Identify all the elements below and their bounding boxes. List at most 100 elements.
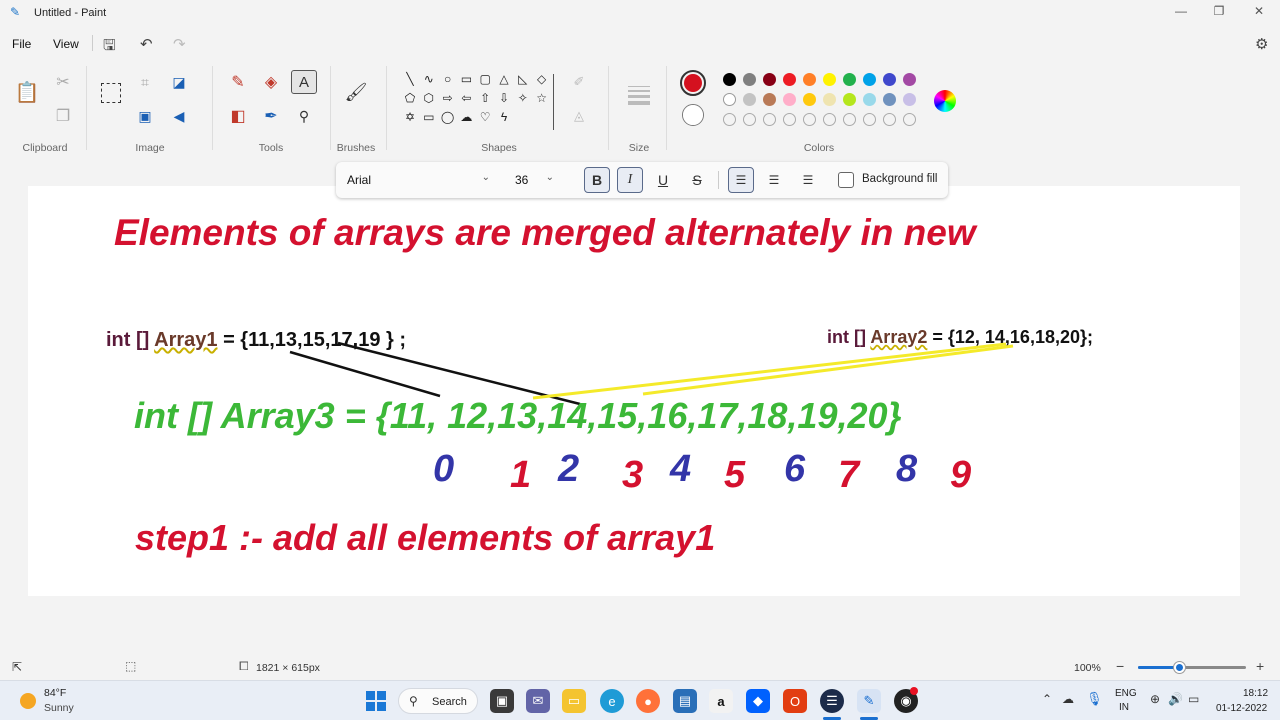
empty-color-slot[interactable] bbox=[723, 113, 736, 126]
font-family-select[interactable]: Arial ⌄ bbox=[340, 168, 498, 192]
shape-option[interactable]: ◇ bbox=[533, 72, 551, 86]
eraser-icon[interactable]: ◧ bbox=[225, 104, 251, 128]
shape-option[interactable]: ⬡ bbox=[420, 91, 438, 105]
shape-option[interactable]: ✧ bbox=[514, 91, 532, 105]
color-swatch[interactable] bbox=[783, 93, 796, 106]
color-swatch[interactable] bbox=[903, 73, 916, 86]
shape-option[interactable]: ╲ bbox=[401, 72, 419, 86]
empty-color-slot[interactable] bbox=[803, 113, 816, 126]
align-left-button[interactable]: ☰ bbox=[728, 167, 754, 193]
select-icon[interactable] bbox=[101, 83, 121, 103]
search-box[interactable]: ⚲ Search bbox=[398, 688, 478, 714]
language-primary[interactable]: ENG bbox=[1115, 688, 1137, 699]
maximize-button[interactable]: ❐ bbox=[1204, 4, 1234, 22]
copy-icon[interactable]: ❐ bbox=[50, 104, 76, 128]
undo-icon[interactable]: ↶ bbox=[140, 35, 153, 53]
menu-file[interactable]: File bbox=[12, 37, 31, 51]
color-swatch[interactable] bbox=[863, 73, 876, 86]
color-picker-icon[interactable]: ✒ bbox=[258, 104, 284, 128]
empty-color-slot[interactable] bbox=[763, 113, 776, 126]
weather-temp[interactable]: 84°F bbox=[44, 687, 66, 699]
color-swatch[interactable] bbox=[863, 93, 876, 106]
save-icon[interactable]: 🖫 bbox=[103, 35, 116, 60]
paste-icon[interactable]: 📋 bbox=[14, 80, 40, 104]
shape-option[interactable]: ▭ bbox=[457, 72, 475, 86]
edit-colors-icon[interactable] bbox=[934, 90, 956, 112]
office-icon[interactable]: O bbox=[783, 689, 807, 713]
zoom-slider[interactable] bbox=[1138, 662, 1246, 673]
crop-icon[interactable]: ⌗ bbox=[132, 70, 158, 94]
shape-option[interactable]: ♡ bbox=[476, 110, 494, 124]
shape-option[interactable]: ▢ bbox=[476, 72, 494, 86]
color-swatch[interactable] bbox=[883, 93, 896, 106]
redo-icon[interactable]: ↷ bbox=[173, 35, 186, 53]
clock-date[interactable]: 01-12-2022 bbox=[1216, 703, 1267, 714]
eclipse-icon[interactable]: ☰ bbox=[820, 689, 844, 713]
primary-color[interactable] bbox=[680, 70, 706, 96]
network-warning-icon[interactable]: ☁ bbox=[1062, 692, 1074, 706]
fill-icon[interactable]: ◈ bbox=[258, 70, 284, 94]
weather-desc[interactable]: Sunny bbox=[44, 702, 74, 714]
italic-button[interactable]: I bbox=[617, 167, 643, 193]
brush-icon[interactable]: 🖌 bbox=[343, 80, 369, 104]
settings-icon[interactable]: ⚙ bbox=[1255, 35, 1268, 53]
shape-option[interactable]: ϟ bbox=[495, 110, 513, 124]
color-swatch[interactable] bbox=[843, 93, 856, 106]
resize-icon[interactable]: ◪ bbox=[166, 70, 192, 94]
shape-option[interactable]: △ bbox=[495, 72, 513, 86]
align-center-button[interactable]: ☰ bbox=[761, 167, 787, 193]
size-icon[interactable] bbox=[628, 86, 650, 105]
shape-option[interactable]: ◯ bbox=[439, 110, 457, 124]
color-swatch[interactable] bbox=[763, 93, 776, 106]
start-windows-icon[interactable] bbox=[366, 691, 386, 711]
secondary-color[interactable] bbox=[682, 104, 704, 126]
pencil-icon[interactable]: ✎ bbox=[225, 70, 251, 94]
minimize-button[interactable]: — bbox=[1166, 4, 1196, 22]
close-button[interactable]: ✕ bbox=[1244, 4, 1274, 22]
shapes-scrollbar[interactable] bbox=[553, 74, 554, 130]
sun-icon[interactable] bbox=[20, 693, 36, 709]
file-explorer-icon[interactable]: ▭ bbox=[562, 689, 586, 713]
teams-chat-icon[interactable]: ✉ bbox=[526, 689, 550, 713]
shape-fill-icon[interactable]: ◬ bbox=[566, 104, 592, 128]
empty-color-slot[interactable] bbox=[863, 113, 876, 126]
color-swatch[interactable] bbox=[743, 93, 756, 106]
battery-icon[interactable]: ▭ bbox=[1188, 692, 1199, 706]
shape-option[interactable]: ∿ bbox=[420, 72, 438, 86]
empty-color-slot[interactable] bbox=[743, 113, 756, 126]
volume-icon[interactable]: 🔊 bbox=[1168, 692, 1183, 706]
store-icon[interactable]: ▤ bbox=[673, 689, 697, 713]
microphone-icon[interactable]: 🎙 bbox=[1086, 691, 1103, 707]
shape-option[interactable]: ☁ bbox=[457, 110, 475, 124]
color-swatch[interactable] bbox=[763, 73, 776, 86]
strikethrough-button[interactable]: S bbox=[684, 167, 710, 193]
color-swatch[interactable] bbox=[723, 73, 736, 86]
font-size-select[interactable]: 36 ⌄ bbox=[508, 168, 560, 192]
background-fill-checkbox[interactable] bbox=[838, 172, 854, 188]
chevron-up-icon[interactable]: ⌃ bbox=[1042, 692, 1052, 706]
shape-option[interactable]: ⇧ bbox=[476, 91, 494, 105]
color-swatch[interactable] bbox=[823, 93, 836, 106]
task-view-icon[interactable]: ▣ bbox=[490, 689, 514, 713]
color-swatch[interactable] bbox=[803, 93, 816, 106]
shape-option[interactable]: ○ bbox=[439, 72, 457, 86]
shape-option[interactable]: ⇦ bbox=[457, 91, 475, 105]
color-swatch[interactable] bbox=[803, 73, 816, 86]
zoom-level[interactable]: 100% bbox=[1074, 662, 1101, 674]
edge-icon[interactable]: e bbox=[600, 689, 624, 713]
align-right-button[interactable]: ☰ bbox=[795, 167, 821, 193]
firefox-icon[interactable]: ● bbox=[636, 689, 660, 713]
shape-option[interactable]: ⬠ bbox=[401, 91, 419, 105]
text-tool-icon[interactable]: A bbox=[291, 70, 317, 94]
shape-option[interactable]: ◺ bbox=[514, 72, 532, 86]
clock-time[interactable]: 18:12 bbox=[1243, 688, 1268, 699]
empty-color-slot[interactable] bbox=[843, 113, 856, 126]
shape-option[interactable]: ☆ bbox=[533, 91, 551, 105]
shape-option[interactable]: ⇩ bbox=[495, 91, 513, 105]
empty-color-slot[interactable] bbox=[883, 113, 896, 126]
magnifier-icon[interactable]: ⚲ bbox=[291, 104, 317, 128]
bold-button[interactable]: B bbox=[584, 167, 610, 193]
shape-option[interactable]: ⇨ bbox=[439, 91, 457, 105]
globe-icon[interactable]: ⊕ bbox=[1150, 692, 1160, 706]
outline-icon[interactable]: ✐ bbox=[566, 70, 592, 94]
